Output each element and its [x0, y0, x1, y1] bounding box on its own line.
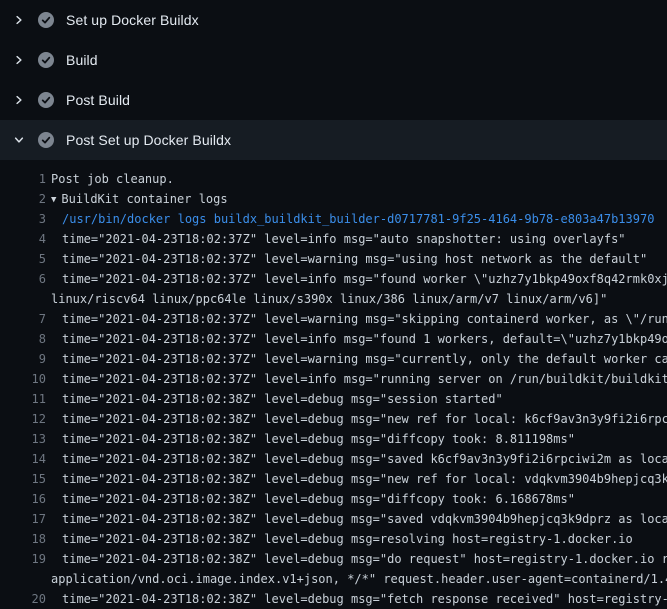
log-line-number: [0, 289, 46, 309]
log-text: time="2021-04-23T18:02:37Z" level=warnin…: [46, 309, 667, 329]
log-line-number[interactable]: 16: [0, 489, 46, 509]
log-text: time="2021-04-23T18:02:38Z" level=debug …: [46, 449, 667, 469]
log-text: time="2021-04-23T18:02:37Z" level=warnin…: [46, 249, 667, 269]
check-circle-icon: [38, 132, 54, 148]
log-text: time="2021-04-23T18:02:37Z" level=info m…: [46, 269, 667, 289]
log-line-number[interactable]: 1: [0, 169, 46, 189]
log-line-number[interactable]: 6: [0, 269, 46, 289]
check-circle-icon: [38, 52, 54, 68]
log-line-number[interactable]: 2: [0, 189, 46, 209]
log-line-10: 10time="2021-04-23T18:02:37Z" level=info…: [0, 369, 667, 389]
check-circle-icon: [38, 92, 54, 108]
log-line-20: 20time="2021-04-23T18:02:38Z" level=debu…: [0, 589, 667, 609]
log-line-18: 18time="2021-04-23T18:02:38Z" level=debu…: [0, 529, 667, 549]
step-header-0[interactable]: Set up Docker Buildx: [0, 0, 667, 40]
log-text: time="2021-04-23T18:02:38Z" level=debug …: [46, 489, 667, 509]
log-text: time="2021-04-23T18:02:37Z" level=warnin…: [46, 349, 667, 369]
log-text: time="2021-04-23T18:02:38Z" level=debug …: [46, 549, 667, 569]
log-line-continuation: linux/riscv64 linux/ppc64le linux/s390x …: [0, 289, 667, 309]
log-line-number[interactable]: 15: [0, 469, 46, 489]
log-text: application/vnd.oci.image.index.v1+json,…: [46, 569, 667, 589]
chevron-right-icon: [12, 53, 26, 67]
check-circle-icon: [38, 12, 54, 28]
steps-list: Set up Docker Buildx Build Post Build Post …: [0, 0, 667, 160]
log-text: time="2021-04-23T18:02:37Z" level=info m…: [46, 329, 667, 349]
step-label: Set up Docker Buildx: [66, 12, 199, 28]
step-header-3[interactable]: Post Set up Docker Buildx: [0, 120, 667, 160]
log-text: ▼ BuildKit container logs: [46, 189, 667, 209]
log-line-14: 14time="2021-04-23T18:02:38Z" level=debu…: [0, 449, 667, 469]
log-line-continuation: application/vnd.oci.image.index.v1+json,…: [0, 569, 667, 589]
log-line-number[interactable]: 17: [0, 509, 46, 529]
log-line-4: 4time="2021-04-23T18:02:37Z" level=info …: [0, 229, 667, 249]
log-line-number[interactable]: 11: [0, 389, 46, 409]
group-collapse-icon[interactable]: ▼: [51, 190, 56, 209]
log-line-2: 2 ▼ BuildKit container logs: [0, 189, 667, 209]
log-text: linux/riscv64 linux/ppc64le linux/s390x …: [46, 289, 667, 309]
log-line-16: 16time="2021-04-23T18:02:38Z" level=debu…: [0, 489, 667, 509]
group-title: BuildKit container logs: [61, 192, 227, 206]
log-line-13: 13time="2021-04-23T18:02:38Z" level=debu…: [0, 429, 667, 449]
log-line-6: 6time="2021-04-23T18:02:37Z" level=info …: [0, 269, 667, 289]
log-line-number[interactable]: 8: [0, 329, 46, 349]
log-line-number[interactable]: 7: [0, 309, 46, 329]
log-line-number[interactable]: 3: [0, 209, 46, 229]
step-header-1[interactable]: Build: [0, 40, 667, 80]
step-header-2[interactable]: Post Build: [0, 80, 667, 120]
log-line-number[interactable]: 12: [0, 409, 46, 429]
log-line-number[interactable]: 19: [0, 549, 46, 569]
log-line-number[interactable]: 20: [0, 589, 46, 609]
log-line-number[interactable]: 10: [0, 369, 46, 389]
log-text: time="2021-04-23T18:02:38Z" level=debug …: [46, 469, 667, 489]
log-line-number[interactable]: 4: [0, 229, 46, 249]
log-line-number[interactable]: 13: [0, 429, 46, 449]
step-label: Build: [66, 52, 98, 68]
log-line-5: 5time="2021-04-23T18:02:37Z" level=warni…: [0, 249, 667, 269]
log-text: time="2021-04-23T18:02:38Z" level=debug …: [46, 409, 667, 429]
log-line-number[interactable]: 5: [0, 249, 46, 269]
log-line-9: 9time="2021-04-23T18:02:37Z" level=warni…: [0, 349, 667, 369]
chevron-right-icon: [12, 93, 26, 107]
log-line-11: 11time="2021-04-23T18:02:38Z" level=debu…: [0, 389, 667, 409]
log-text: time="2021-04-23T18:02:38Z" level=debug …: [46, 389, 667, 409]
log-line-number[interactable]: 18: [0, 529, 46, 549]
log-viewer: 1Post job cleanup.2 ▼ BuildKit container l…: [0, 160, 667, 609]
log-text: time="2021-04-23T18:02:37Z" level=info m…: [46, 229, 667, 249]
log-text: time="2021-04-23T18:02:38Z" level=debug …: [46, 589, 667, 609]
chevron-right-icon: [12, 13, 26, 27]
log-line-3: 3/usr/bin/docker logs buildx_buildkit_bu…: [0, 209, 667, 229]
log-line-8: 8time="2021-04-23T18:02:37Z" level=info …: [0, 329, 667, 349]
log-line-number: [0, 569, 46, 589]
log-text: time="2021-04-23T18:02:38Z" level=debug …: [46, 529, 667, 549]
log-text: time="2021-04-23T18:02:38Z" level=debug …: [46, 429, 667, 449]
log-text: time="2021-04-23T18:02:38Z" level=debug …: [46, 509, 667, 529]
step-label: Post Build: [66, 92, 130, 108]
log-line-17: 17time="2021-04-23T18:02:38Z" level=debu…: [0, 509, 667, 529]
log-line-1: 1Post job cleanup.: [0, 169, 667, 189]
step-label: Post Set up Docker Buildx: [66, 132, 231, 148]
log-line-7: 7time="2021-04-23T18:02:37Z" level=warni…: [0, 309, 667, 329]
log-command-text: /usr/bin/docker logs buildx_buildkit_bui…: [46, 209, 667, 229]
log-text: Post job cleanup.: [46, 169, 667, 189]
log-line-number[interactable]: 14: [0, 449, 46, 469]
chevron-down-icon: [12, 133, 26, 147]
log-line-15: 15time="2021-04-23T18:02:38Z" level=debu…: [0, 469, 667, 489]
log-text: time="2021-04-23T18:02:37Z" level=info m…: [46, 369, 667, 389]
log-line-19: 19time="2021-04-23T18:02:38Z" level=debu…: [0, 549, 667, 569]
log-line-12: 12time="2021-04-23T18:02:38Z" level=debu…: [0, 409, 667, 429]
log-line-number[interactable]: 9: [0, 349, 46, 369]
